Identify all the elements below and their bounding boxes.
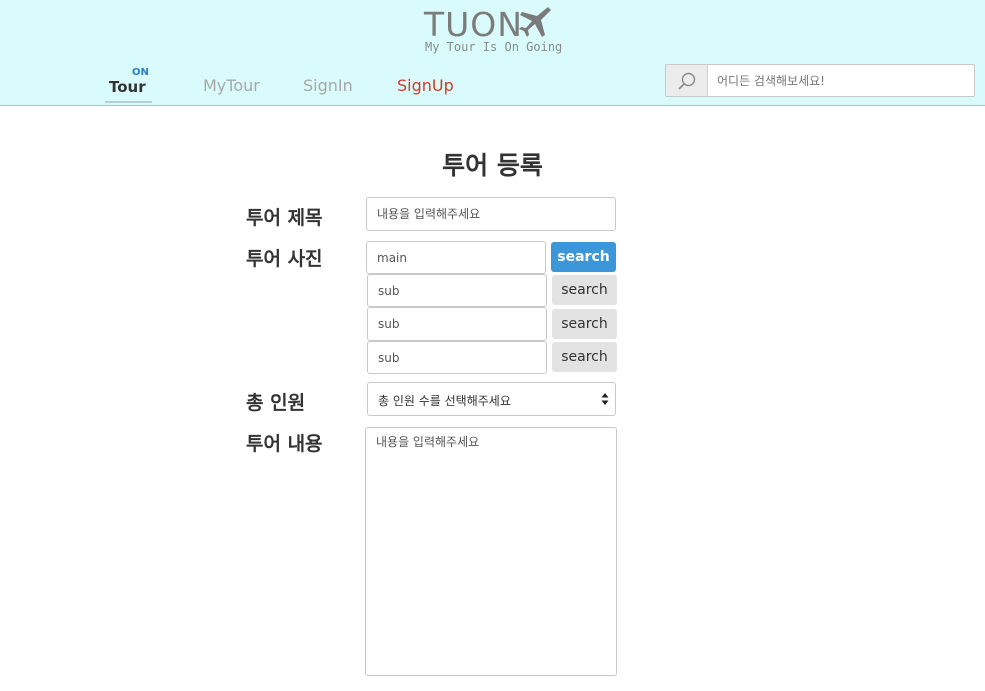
logo[interactable]: TUON My Tour Is On Going xyxy=(424,4,564,56)
tagline: My Tour Is On Going xyxy=(425,40,563,54)
on-badge: ON xyxy=(132,67,149,78)
nav-signin[interactable]: SignIn xyxy=(303,76,353,95)
sub-photo-input-1[interactable] xyxy=(367,274,547,307)
main-photo-search-button[interactable]: search xyxy=(551,242,616,272)
nav-mytour[interactable]: MyTour xyxy=(203,76,260,95)
sub-photo-search-button-2[interactable]: search xyxy=(552,309,617,339)
main-photo-input[interactable] xyxy=(366,241,546,274)
tour-title-input[interactable] xyxy=(366,197,616,231)
sub-photo-input-2[interactable] xyxy=(367,307,547,341)
people-count-label: 총 인원 xyxy=(246,392,306,414)
active-nav-indicator xyxy=(105,101,152,103)
sub-photo-search-button-3[interactable]: search xyxy=(552,342,617,372)
tour-content-label: 투어 내용 xyxy=(246,433,323,455)
search-button[interactable] xyxy=(666,65,708,96)
nav-tour[interactable]: Tour xyxy=(109,78,146,96)
tour-photo-label: 투어 사진 xyxy=(246,248,323,270)
updown-arrow-icon xyxy=(601,393,609,405)
nav-signup[interactable]: SignUp xyxy=(397,76,454,95)
people-count-select[interactable]: 총 인원 수를 선택해주세요 xyxy=(367,382,616,416)
sub-photo-search-button-1[interactable]: search xyxy=(552,275,617,305)
search-input[interactable] xyxy=(708,65,974,96)
people-count-selected-value: 총 인원 수를 선택해주세요 xyxy=(378,394,511,408)
search-box xyxy=(665,64,975,97)
sub-photo-input-3[interactable] xyxy=(367,341,547,374)
tour-content-textarea[interactable] xyxy=(365,427,617,676)
search-icon xyxy=(678,72,696,90)
tour-title-label: 투어 제목 xyxy=(246,207,323,229)
site-header: TUON My Tour Is On Going ON Tour MyTour … xyxy=(0,0,985,106)
page-title: 투어 등록 xyxy=(442,151,543,180)
logo-text: TUON xyxy=(424,5,523,44)
airplane-icon xyxy=(519,7,551,37)
